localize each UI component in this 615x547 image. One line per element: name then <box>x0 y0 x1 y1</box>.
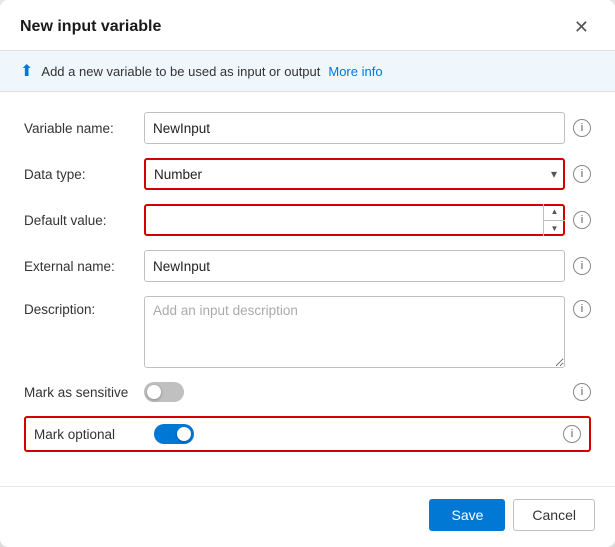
data-type-label: Data type: <box>24 167 144 182</box>
data-type-select[interactable]: Number Text Boolean Date and time List <box>144 158 565 190</box>
mark-optional-row: Mark optional i <box>24 416 591 452</box>
external-name-row: External name: i <box>24 250 591 282</box>
spinbox-arrows: ▲ ▼ <box>543 204 565 236</box>
mark-optional-info-icon[interactable]: i <box>563 425 581 443</box>
description-info-icon[interactable]: i <box>573 300 591 318</box>
new-input-variable-dialog: New input variable ✕ ⬆ Add a new variabl… <box>0 0 615 547</box>
description-textarea[interactable] <box>144 296 565 368</box>
default-value-control: ▲ ▼ i <box>144 204 591 236</box>
mark-optional-toggle-wrap <box>154 424 194 444</box>
default-value-row: Default value: ▲ ▼ i <box>24 204 591 236</box>
mark-optional-label: Mark optional <box>34 427 154 442</box>
optional-toggle-thumb <box>177 427 191 441</box>
mark-sensitive-info-icon[interactable]: i <box>573 383 591 401</box>
external-name-control: i <box>144 250 591 282</box>
data-type-select-wrap: Number Text Boolean Date and time List ▾ <box>144 158 565 190</box>
mark-sensitive-label: Mark as sensitive <box>24 385 144 400</box>
banner-text: Add a new variable to be used as input o… <box>41 64 320 79</box>
default-value-info-icon[interactable]: i <box>573 211 591 229</box>
mark-sensitive-toggle-wrap <box>144 382 184 402</box>
mark-optional-control: i <box>154 424 581 444</box>
info-banner: ⬆ Add a new variable to be used as input… <box>0 51 615 92</box>
dialog-body: Variable name: i Data type: Number Text … <box>0 92 615 486</box>
variable-name-label: Variable name: <box>24 121 144 136</box>
external-name-info-icon[interactable]: i <box>573 257 591 275</box>
default-value-input[interactable] <box>144 204 565 236</box>
variable-name-row: Variable name: i <box>24 112 591 144</box>
spinbox-up-arrow[interactable]: ▲ <box>544 204 565 221</box>
data-type-control: Number Text Boolean Date and time List ▾… <box>144 158 591 190</box>
mark-optional-toggle[interactable] <box>154 424 194 444</box>
close-button[interactable]: ✕ <box>568 16 595 38</box>
mark-sensitive-toggle[interactable] <box>144 382 184 402</box>
description-row: Description: i <box>24 296 591 368</box>
mark-sensitive-row: Mark as sensitive i <box>24 382 591 402</box>
default-value-label: Default value: <box>24 213 144 228</box>
external-name-label: External name: <box>24 259 144 274</box>
cancel-button[interactable]: Cancel <box>513 499 595 531</box>
save-button[interactable]: Save <box>429 499 505 531</box>
sensitive-toggle-thumb <box>147 385 161 399</box>
default-value-spinbox-wrap: ▲ ▼ <box>144 204 565 236</box>
data-type-row: Data type: Number Text Boolean Date and … <box>24 158 591 190</box>
dialog-header: New input variable ✕ <box>0 0 615 51</box>
mark-sensitive-control: i <box>144 382 591 402</box>
data-type-info-icon[interactable]: i <box>573 165 591 183</box>
optional-toggle-track <box>154 424 194 444</box>
spinbox-down-arrow[interactable]: ▼ <box>544 221 565 237</box>
upload-icon: ⬆ <box>20 61 33 81</box>
description-control: i <box>144 296 591 368</box>
variable-name-info-icon[interactable]: i <box>573 119 591 137</box>
dialog-title: New input variable <box>20 18 161 36</box>
more-info-link[interactable]: More info <box>328 64 382 79</box>
variable-name-control: i <box>144 112 591 144</box>
variable-name-input[interactable] <box>144 112 565 144</box>
external-name-input[interactable] <box>144 250 565 282</box>
description-label: Description: <box>24 296 144 317</box>
sensitive-toggle-track <box>144 382 184 402</box>
